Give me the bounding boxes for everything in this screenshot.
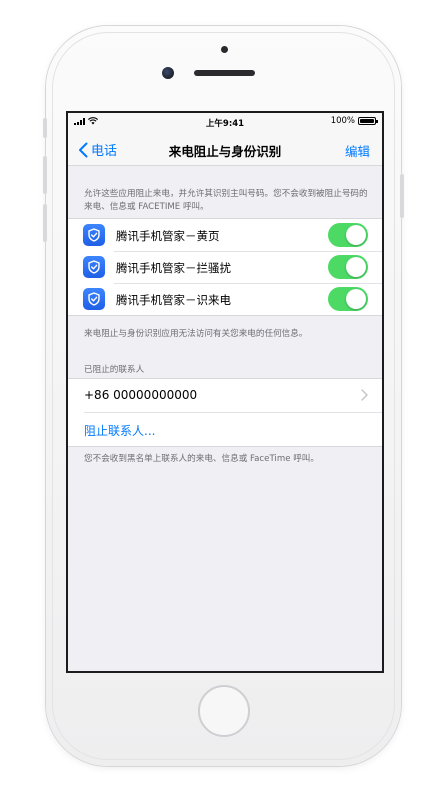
status-right: 100%: [330, 116, 378, 126]
blocked-contacts-header: 已阻止的联系人: [84, 365, 145, 375]
apps-group: 腾讯手机管家－黄页 腾讯手机管家－拦骚扰 腾讯手机管家－识来电: [68, 218, 382, 316]
apps-footer-note: 来电阻止与身份识别应用无法访问有关您来电的任何信息。: [84, 329, 308, 339]
screen: 上午9:41 100% 电话 来电阻止与身份识别 编辑 允许这些应用阻止来电，并…: [66, 111, 384, 673]
page-title: 来电阻止与身份识别: [168, 144, 282, 159]
blocked-contacts-group: +86 00000000000 阻止联系人...: [68, 378, 382, 447]
toggle-switch[interactable]: [328, 255, 368, 279]
blocked-footer-note: 您不会收到黑名单上联系人的来电、信息或 FaceTime 呼叫。: [84, 454, 319, 464]
shield-check-icon: [83, 288, 105, 310]
volume-up-button: [43, 156, 47, 194]
battery-percent: 100%: [330, 116, 355, 126]
volume-down-button: [43, 204, 47, 242]
intro-description: 允许这些应用阻止来电，并允许其识别主叫号码。您不会收到被阻止号码的来电、信息或 …: [84, 189, 368, 212]
power-button: [400, 174, 404, 218]
app-label: 腾讯手机管家－识来电: [116, 293, 231, 307]
blocked-contact-row[interactable]: +86 00000000000: [68, 379, 382, 412]
edit-button[interactable]: 编辑: [345, 141, 370, 160]
app-label: 腾讯手机管家－黄页: [116, 229, 220, 243]
app-row-yellow-pages: 腾讯手机管家－黄页: [68, 219, 382, 251]
toggle-switch[interactable]: [328, 223, 368, 247]
chevron-right-icon: [361, 389, 368, 401]
front-camera: [162, 67, 174, 79]
navigation-bar: 电话 来电阻止与身份识别 编辑: [68, 131, 382, 166]
app-row-caller-id: 腾讯手机管家－识来电: [68, 283, 382, 315]
block-contact-row[interactable]: 阻止联系人...: [84, 412, 382, 446]
shield-check-icon: [83, 224, 105, 246]
proximity-sensor: [221, 46, 228, 53]
status-bar: 上午9:41 100%: [68, 113, 382, 131]
mute-switch: [43, 118, 47, 138]
blocked-contact-number: +86 00000000000: [84, 388, 198, 402]
battery-icon: [358, 117, 378, 125]
toggle-switch[interactable]: [328, 287, 368, 311]
home-button[interactable]: [198, 685, 250, 737]
earpiece-speaker: [194, 70, 255, 76]
shield-check-icon: [83, 256, 105, 278]
block-contact-link[interactable]: 阻止联系人...: [84, 422, 155, 439]
app-row-block-harassment: 腾讯手机管家－拦骚扰: [68, 251, 382, 283]
app-label: 腾讯手机管家－拦骚扰: [116, 261, 231, 275]
